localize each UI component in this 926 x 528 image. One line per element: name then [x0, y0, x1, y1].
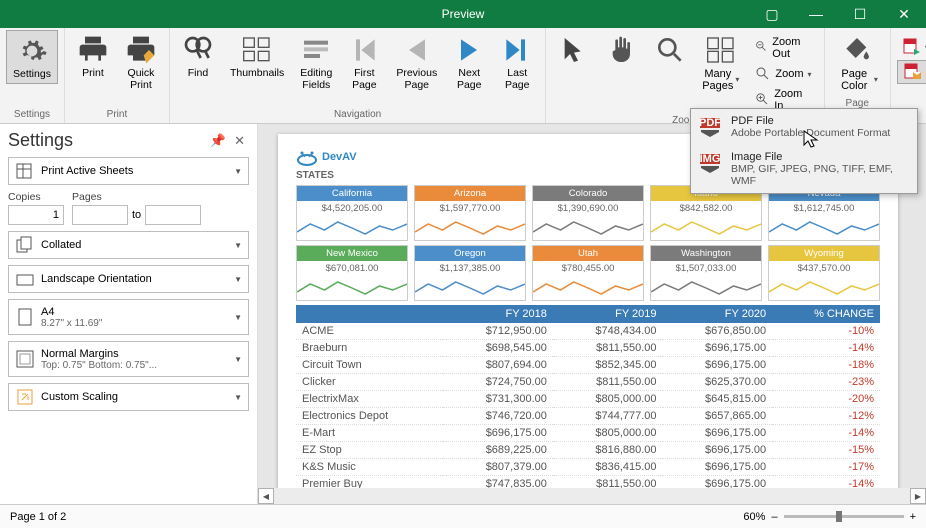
table-row: Electronics Depot$746,720.00$744,777.00$…	[296, 408, 880, 425]
state-card: Arizona$1,597,770.00	[414, 185, 526, 241]
state-card: Washington$1,507,033.00	[650, 245, 762, 301]
table-row: Braeburn$698,545.00$811,550.00$696,175.0…	[296, 340, 880, 357]
chevron-down-icon: ▼	[234, 393, 242, 402]
paper-icon	[15, 307, 35, 327]
state-card: Oregon$1,137,385.00	[414, 245, 526, 301]
zoom-plus-button[interactable]: +	[910, 511, 916, 523]
window-maximize[interactable]: ☐	[838, 0, 882, 28]
scroll-right[interactable]: ▶	[910, 488, 926, 504]
export-icon	[903, 38, 921, 56]
status-bar: Page 1 of 2 60% – +	[0, 504, 926, 528]
hand-tool-button[interactable]	[600, 30, 644, 68]
send-icon	[904, 63, 922, 81]
next-page-button[interactable]: Next Page	[447, 30, 491, 93]
state-card: New Mexico$670,081.00	[296, 245, 408, 301]
margins-icon	[15, 349, 35, 369]
chevron-down-icon: ▼	[234, 241, 242, 250]
horizontal-scrollbar[interactable]: ◀▶	[258, 488, 926, 504]
last-page-button[interactable]: Last Page	[495, 30, 539, 93]
brand-logo: DevAV	[296, 148, 357, 166]
chevron-down-icon: ▼	[234, 167, 242, 176]
table-row: ElectrixMax$731,300.00$805,000.00$645,81…	[296, 391, 880, 408]
settings-title: Settings	[8, 130, 73, 151]
export-image-item[interactable]: IMG Image FileBMP, GIF, JPEG, PNG, TIFF,…	[691, 145, 917, 193]
state-card: California$4,520,205.00	[296, 185, 408, 241]
export-top-button[interactable]: ▾	[897, 36, 926, 58]
print-button[interactable]: Print	[71, 30, 115, 82]
chevron-down-icon: ▼	[234, 355, 242, 364]
table-row: E-Mart$696,175.00$805,000.00$696,175.00-…	[296, 425, 880, 442]
settings-button[interactable]: Settings	[6, 30, 58, 84]
settings-panel: Settings 📌✕ Print Active Sheets ▼ Copies…	[0, 124, 258, 504]
table-row: ACME$712,950.00$748,434.00$676,850.00-10…	[296, 323, 880, 340]
scroll-left[interactable]: ◀	[258, 488, 274, 504]
table-row: Clicker$724,750.00$811,550.00$625,370.00…	[296, 374, 880, 391]
collated-icon	[15, 235, 35, 255]
zoom-out-button[interactable]: Zoom Out	[749, 34, 817, 62]
editing-fields-button[interactable]: Editing Fields	[294, 30, 338, 93]
mouse-pointer-button[interactable]	[552, 30, 596, 68]
svg-text:PDF: PDF	[699, 117, 721, 129]
chevron-down-icon: ▼	[234, 313, 242, 322]
pages-from-input[interactable]	[72, 205, 128, 225]
paper-size-combo[interactable]: A48.27" x 11.69"▼	[8, 299, 249, 335]
window-close[interactable]: ✕	[882, 0, 926, 28]
img-icon: IMG	[699, 151, 723, 175]
table-row: K&S Music$807,379.00$836,415.00$696,175.…	[296, 459, 880, 476]
group-settings: Settings Settings	[0, 28, 65, 123]
group-navigation: Find Thumbnails Editing Fields First Pag…	[170, 28, 546, 123]
svg-text:IMG: IMG	[700, 153, 721, 165]
group-print: Print Quick Print Print	[65, 28, 170, 123]
scaling-combo[interactable]: Custom Scaling▼	[8, 383, 249, 411]
collated-combo[interactable]: Collated▼	[8, 231, 249, 259]
many-pages-button[interactable]: Many Pages▾	[696, 30, 745, 94]
window-minimize[interactable]: —	[794, 0, 838, 28]
export-bottom-button[interactable]: ▾	[897, 60, 926, 84]
orientation-combo[interactable]: Landscape Orientation▼	[8, 265, 249, 293]
first-page-button[interactable]: First Page	[342, 30, 386, 93]
state-card: Colorado$1,390,690.00	[532, 185, 644, 241]
chevron-down-icon: ▼	[234, 275, 242, 284]
magnifier-button[interactable]	[648, 30, 692, 68]
chevron-down-icon: ▾	[874, 76, 878, 85]
previous-page-button[interactable]: Previous Page	[390, 30, 443, 93]
export-pdf-item[interactable]: PDF PDF FileAdobe Portable Document Form…	[691, 109, 917, 145]
data-table: FY 2018FY 2019FY 2020% CHANGEACME$712,95…	[296, 305, 880, 493]
quick-print-button[interactable]: Quick Print	[119, 30, 163, 93]
find-button[interactable]: Find	[176, 30, 220, 82]
thumbnails-button[interactable]: Thumbnails	[224, 30, 290, 82]
table-row: Circuit Town$807,694.00$852,345.00$696,1…	[296, 357, 880, 374]
page-indicator: Page 1 of 2	[10, 511, 66, 523]
zoom-slider[interactable]	[784, 515, 904, 518]
pdf-icon: PDF	[699, 115, 723, 139]
page-color-button[interactable]: Page Color▾	[831, 30, 884, 94]
margins-combo[interactable]: Normal MarginsTop: 0.75" Bottom: 0.75"..…	[8, 341, 249, 377]
close-panel-icon[interactable]: ✕	[230, 133, 249, 148]
logo-icon	[296, 148, 318, 166]
zoom-minus-button[interactable]: –	[771, 511, 777, 523]
zoom-value: 60%	[743, 511, 765, 523]
sheets-icon	[15, 161, 35, 181]
copies-input[interactable]	[8, 205, 64, 225]
state-card: Wyoming$437,570.00	[768, 245, 880, 301]
export-menu: PDF PDF FileAdobe Portable Document Form…	[690, 108, 918, 194]
pin-icon[interactable]: 📌	[206, 133, 230, 148]
table-row: EZ Stop$689,225.00$816,880.00$696,175.00…	[296, 442, 880, 459]
ribbon-display-options[interactable]: ▢	[750, 0, 794, 28]
print-area-combo[interactable]: Print Active Sheets ▼	[8, 157, 249, 185]
title-bar: Preview ▢ — ☐ ✕	[0, 0, 926, 28]
chevron-down-icon: ▾	[735, 76, 739, 85]
pages-to-input[interactable]	[145, 205, 201, 225]
state-card: Utah$780,455.00	[532, 245, 644, 301]
zoom-button[interactable]: Zoom▾	[749, 64, 817, 84]
window-title: Preview	[442, 7, 485, 21]
landscape-icon	[15, 269, 35, 289]
scaling-icon	[15, 387, 35, 407]
chevron-down-icon: ▾	[808, 70, 812, 79]
